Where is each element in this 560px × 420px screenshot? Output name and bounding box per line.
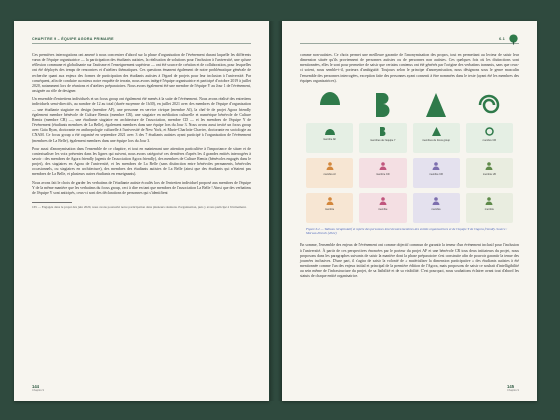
persona-tile: membres de l'équipe Y [359,122,407,153]
spiral-icon [485,127,494,136]
right-page: 6.1 comme non-autistes. Ce choix permet … [282,21,537,401]
persona-tile: membre CR [465,122,513,153]
page-number: 145 Chapitre 9 [507,384,519,392]
person-icon [432,162,440,170]
tile-label: membre AF [323,137,337,141]
tile-label: membre [325,207,335,211]
letter-b-shape [359,90,406,118]
chapter-title: CHAPITRE 9 – ÉQUIPE AGORA PRIMAIRE [32,37,114,41]
persona-tile: membre AI [306,157,354,188]
persona-tile: membre CR [412,157,460,188]
tile-label: membre AI [323,172,336,176]
footnote-rule [32,202,72,204]
tile-label: membre [431,207,441,211]
triangle-icon [431,126,441,136]
persona-tile: membre [306,192,354,223]
tree-icon [509,33,518,45]
persona-tile: membre AF [306,122,354,153]
tile-label: membre LB [482,172,496,176]
running-header: CHAPITRE 9 – ÉQUIPE AGORA PRIMAIRE [32,35,251,44]
spiral-shape [466,90,513,118]
semicircle-shape [306,90,353,118]
persona-tile: membre [465,192,513,223]
persona-tile: membre [359,192,407,223]
body-paragraph: comme non-autistes. Ce choix permet une … [300,53,519,83]
book-gutter [270,21,282,401]
person-icon [379,197,387,205]
body-paragraph: Un ensemble d'entretiens individuels et … [32,97,251,143]
tile-label: membre CR [429,172,443,176]
body-paragraph: Nous avons fait le choix de garder les v… [32,180,251,195]
tile-label: membre [378,207,388,211]
letter-b-icon [379,126,386,136]
triangle-shape [413,90,460,118]
person-icon [485,162,493,170]
person-icon [432,197,440,205]
body-paragraph: Ces premières interrogations ont amené à… [32,53,251,94]
running-header: 6.1 [300,33,519,45]
section-number: 6.1 [499,37,505,41]
person-icon [485,197,493,205]
footnote: 165 — Engagée dans le projet dès juin 20… [32,205,247,210]
page-number: 144 Chapitre 9 [32,384,44,392]
tile-label: membre CR [482,138,497,142]
tile-label: membres du focus group [422,138,450,142]
tile-label: membres de l'équipe Y [370,138,396,142]
persona-tile: membre LB [465,157,513,188]
body-paragraph-highlighted: Pour aussi d'anonymisation dans l'ensemb… [32,146,251,177]
person-icon [326,197,334,205]
personas-figure: membre AF membres de l'équipe Y membres … [306,90,513,223]
figure-caption: Figure 6.2 — Tableau récapitulatif et re… [306,226,508,236]
persona-tile: membres du focus group [412,122,460,153]
person-icon [379,162,387,170]
folio-sub: Chapitre 9 [32,389,44,392]
left-page: CHAPITRE 9 – ÉQUIPE AGORA PRIMAIRE Ces p… [14,21,269,401]
body-paragraph: En somme, l'ensemble des enjeux de l'évé… [300,243,519,279]
tile-label: membre [484,207,494,211]
person-icon [326,162,334,170]
semicircle-icon [324,128,335,135]
persona-tile: membre [412,192,460,223]
persona-tile: membre CD [359,157,407,188]
folio-sub: Chapitre 9 [507,389,519,392]
tile-label: membre CD [376,172,390,176]
